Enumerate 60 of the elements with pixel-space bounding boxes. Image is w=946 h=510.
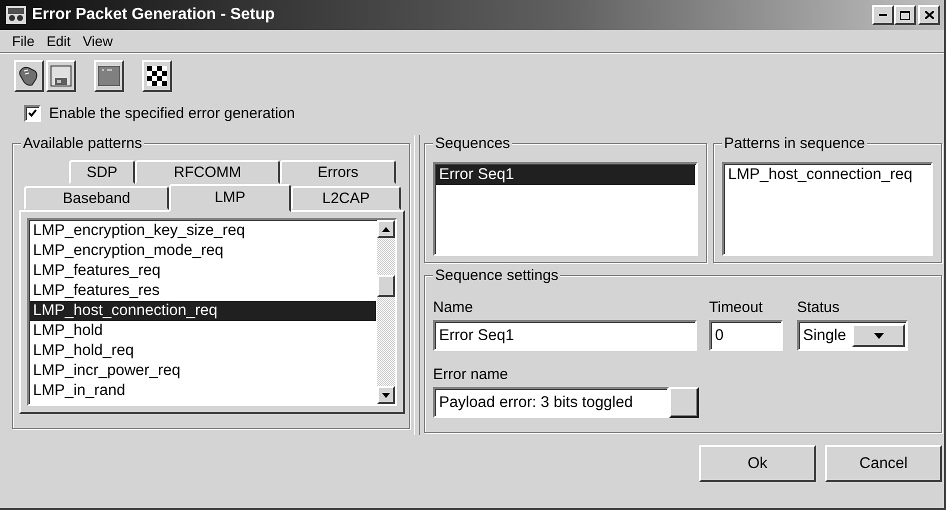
timeout-field[interactable]: 0 [709,320,783,351]
scroll-thumb[interactable] [377,275,395,297]
list-item[interactable]: LMP_hold_req [30,341,376,361]
list-item[interactable]: LMP_hold [30,321,376,341]
field-label: Status [797,298,841,318]
group-title: Sequence settings [433,267,560,284]
browse-button[interactable] [669,387,699,418]
tab[interactable]: Errors [280,160,396,184]
save-button[interactable] [46,60,76,92]
scroll-up-button[interactable] [377,220,395,238]
up-arrow-icon [382,226,390,232]
maximize-button[interactable] [894,5,916,25]
dialog-button[interactable]: Cancel [825,445,942,482]
list-item[interactable]: LMP_incr_power_req [30,361,376,381]
tab[interactable]: SDP [69,160,135,184]
field-label: Timeout [709,298,764,318]
dialog-button[interactable]: Ok [699,445,816,482]
menu-item[interactable]: Edit [40,33,77,49]
tab[interactable]: Baseband [24,186,169,210]
error-name-field[interactable]: Payload error: 3 bits toggled [433,387,669,418]
list-item[interactable]: LMP_host_connection_req [30,301,376,321]
hand-tool-button[interactable] [14,60,44,92]
hand-icon [18,65,40,87]
tab[interactable]: LMP [169,184,291,212]
caret-icon [874,332,884,338]
list-item[interactable]: Error Seq1 [436,165,695,185]
name-field[interactable]: Error Seq1 [433,320,697,351]
group-title: Sequences [433,135,512,152]
close-icon [924,11,934,19]
close-button[interactable] [918,5,940,25]
menu-item[interactable]: View [76,33,119,49]
list-item[interactable]: LMP_in_rand [30,381,376,401]
tab[interactable]: RFCOMM [135,160,280,184]
window-button[interactable] [94,60,124,92]
minimize-button[interactable] [872,5,894,25]
maximize-icon [900,10,910,20]
minimize-icon [879,14,887,16]
field-label: Name [433,298,474,318]
dropdown-button[interactable] [852,324,905,347]
down-arrow-icon [382,392,390,398]
list-item[interactable]: LMP_features_req [30,261,376,281]
list-item[interactable]: LMP_encryption_key_size_req [30,221,376,241]
status-dropdown[interactable]: Single [797,320,908,351]
group-title: Patterns in sequence [722,135,867,152]
window-title: Error Packet Generation - Setup [32,6,276,24]
pattern-button[interactable] [142,60,172,92]
app-icon [6,6,26,24]
menu-item[interactable]: File [6,33,41,49]
scrollbar[interactable] [377,220,395,404]
field-label: Error name [433,365,510,385]
list-item[interactable]: LMP_encryption_mode_req [30,241,376,261]
scroll-down-button[interactable] [377,386,395,404]
tab[interactable]: L2CAP [291,186,401,210]
checkbox[interactable] [24,104,41,122]
window-icon [98,66,120,86]
group-title: Available patterns [21,135,144,152]
checkbox-label: Enable the specified error generation [49,104,295,122]
checkmark-icon [28,109,37,117]
checkerboard-icon [147,66,167,86]
list-item[interactable]: LMP_features_res [30,281,376,301]
